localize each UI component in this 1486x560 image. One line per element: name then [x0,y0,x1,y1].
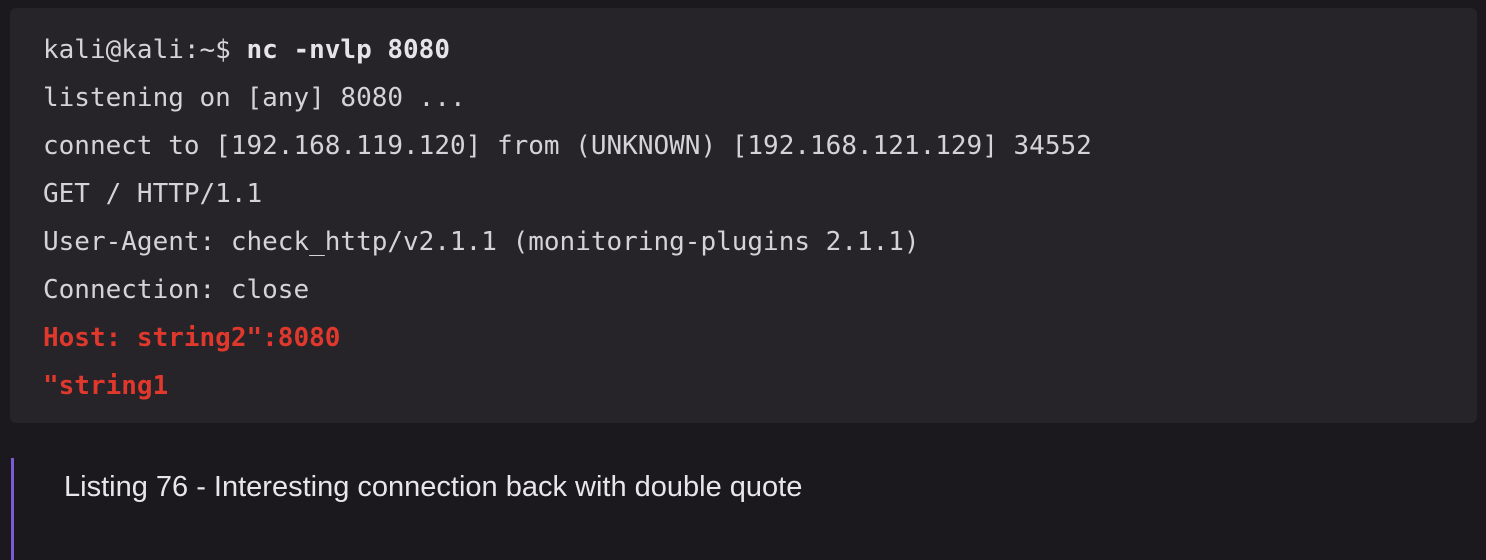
caption-text: Listing 76 - Interesting connection back… [64,471,803,503]
output-line: User-Agent: check_http/v2.1.1 (monitorin… [43,227,920,257]
highlighted-line: Host: string2":8080 [43,323,341,353]
shell-prompt: kali@kali:~$ [43,35,247,65]
output-line: GET / HTTP/1.1 [43,179,263,209]
command-text: nc -nvlp 8080 [246,35,451,65]
output-line: Connection: close [43,275,310,305]
output-line: listening on [any] 8080 ... [43,83,466,113]
highlighted-line: "string1 [43,371,169,401]
command-line: kali@kali:~$ nc -nvlp 8080 [43,36,1477,84]
terminal-code-block: kali@kali:~$ nc -nvlp 8080 listening on … [10,8,1477,423]
output-line: connect to [192.168.119.120] from (UNKNO… [43,131,1092,161]
listing-caption: Listing 76 - Interesting connection back… [11,458,831,560]
